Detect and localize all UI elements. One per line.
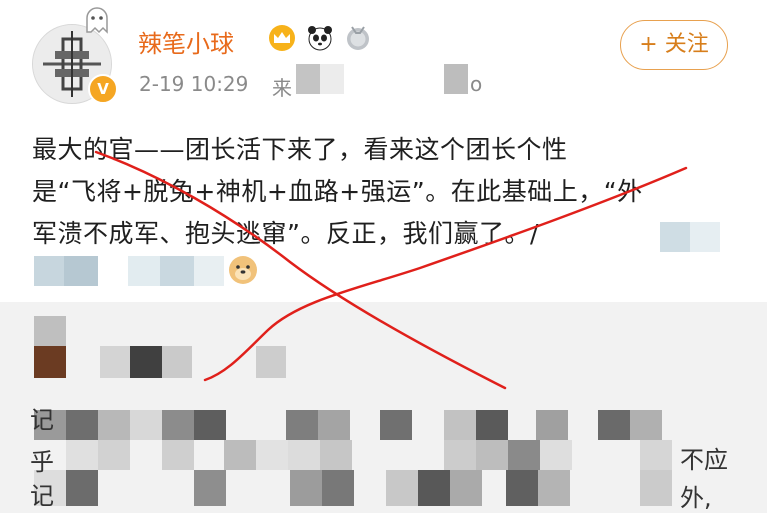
- pixelated-text: [64, 256, 98, 286]
- pixelated-comment-text: [540, 440, 572, 470]
- pixelated-comment-text: [224, 440, 256, 470]
- pixelated-comment-name: [162, 346, 192, 378]
- pixelated-comment-text: [288, 440, 320, 470]
- comment-edge-text: 外,: [680, 484, 712, 512]
- pixelated-comment-text: [640, 470, 672, 506]
- pixelated-comment-text: [162, 410, 194, 440]
- pixelated-source: [320, 64, 344, 94]
- pixelated-comment-name: [256, 346, 286, 378]
- pixelated-comment-text: [194, 410, 226, 440]
- source-prefix: 来: [272, 76, 292, 100]
- pixelated-source: [296, 64, 320, 94]
- pixelated-comment-text: [98, 440, 130, 470]
- pixelated-comment-text: [506, 470, 538, 506]
- username[interactable]: 辣笔小球: [138, 24, 234, 59]
- pixelated-text: [128, 256, 160, 286]
- pixelated-comment-text: [98, 410, 130, 440]
- post-text-line-1: 最大的官——团长活下来了，看来这个团长个性: [32, 135, 568, 164]
- pixelated-comment-text: [640, 440, 672, 470]
- pixelated-comment-text: [130, 410, 162, 440]
- post-timestamp: 2-19 10:29: [139, 72, 249, 96]
- weibo-post-card: V 辣笔小球 2-19 10:29 来 o + 关注 最大的官——团长活下来了，…: [0, 0, 767, 302]
- pixelated-comment-text: [418, 470, 450, 506]
- pixelated-comment-text: [386, 470, 418, 506]
- ghost-icon: [86, 7, 108, 34]
- post-text-line-2: 是“飞将+脱兔+神机+血路+强运”。在此基础上，“外: [32, 177, 643, 206]
- panda-icon[interactable]: [306, 24, 334, 52]
- pixelated-comment-text: [66, 410, 98, 440]
- pixelated-comment-text: [450, 470, 482, 506]
- medal-icon[interactable]: [344, 24, 372, 52]
- post-text-line-3: 军溃不成军、抱头逃窜”。反正，我们赢了。/: [32, 219, 539, 248]
- follow-button[interactable]: + 关注: [620, 20, 728, 70]
- pixelated-comment-text: [476, 440, 508, 470]
- pixelated-source: [444, 64, 468, 94]
- pixelated-comment-text: [318, 410, 350, 440]
- pixelated-comment-text: [536, 410, 568, 440]
- pixelated-text: [660, 222, 690, 252]
- doge-emoji-icon: [229, 256, 257, 284]
- comment-edge-char: 记: [30, 406, 54, 434]
- verified-icon: V: [88, 74, 118, 104]
- pixelated-text: [690, 222, 720, 252]
- pixelated-comment-avatar: [34, 316, 66, 346]
- pixelated-comment-text: [538, 470, 570, 506]
- pixelated-comment-text: [476, 410, 508, 440]
- post-source[interactable]: 来: [272, 72, 292, 101]
- comment-edge-char: 乎: [30, 448, 54, 476]
- pixelated-comment-text: [320, 440, 352, 470]
- crown-icon[interactable]: [268, 24, 296, 52]
- pixelated-comment-text: [256, 440, 288, 470]
- pixelated-comment-text: [444, 410, 476, 440]
- pixelated-text: [194, 256, 224, 286]
- pixelated-comment-text: [194, 470, 226, 506]
- pixelated-comment-text: [444, 440, 476, 470]
- comment-edge-text: 不应: [680, 446, 728, 474]
- pixelated-comment-text: [630, 410, 662, 440]
- pixelated-comment-text: [162, 440, 194, 470]
- pixelated-comment-text: [380, 410, 412, 440]
- source-suffix: o: [470, 72, 483, 96]
- pixelated-text: [34, 256, 64, 286]
- pixelated-comment-avatar: [34, 346, 66, 378]
- pixelated-comment-text: [508, 440, 540, 470]
- pixelated-comment-text: [286, 410, 318, 440]
- pixelated-comment-text: [598, 410, 630, 440]
- pixelated-comment-text: [290, 470, 322, 506]
- pixelated-comment-text: [66, 470, 98, 506]
- pixelated-comment-name: [100, 346, 130, 378]
- pixelated-comment-text: [66, 440, 98, 470]
- pixelated-comment-name: [130, 346, 162, 378]
- avatar-group[interactable]: V: [30, 7, 118, 104]
- pixelated-comment-text: [322, 470, 354, 506]
- pixelated-text: [160, 256, 194, 286]
